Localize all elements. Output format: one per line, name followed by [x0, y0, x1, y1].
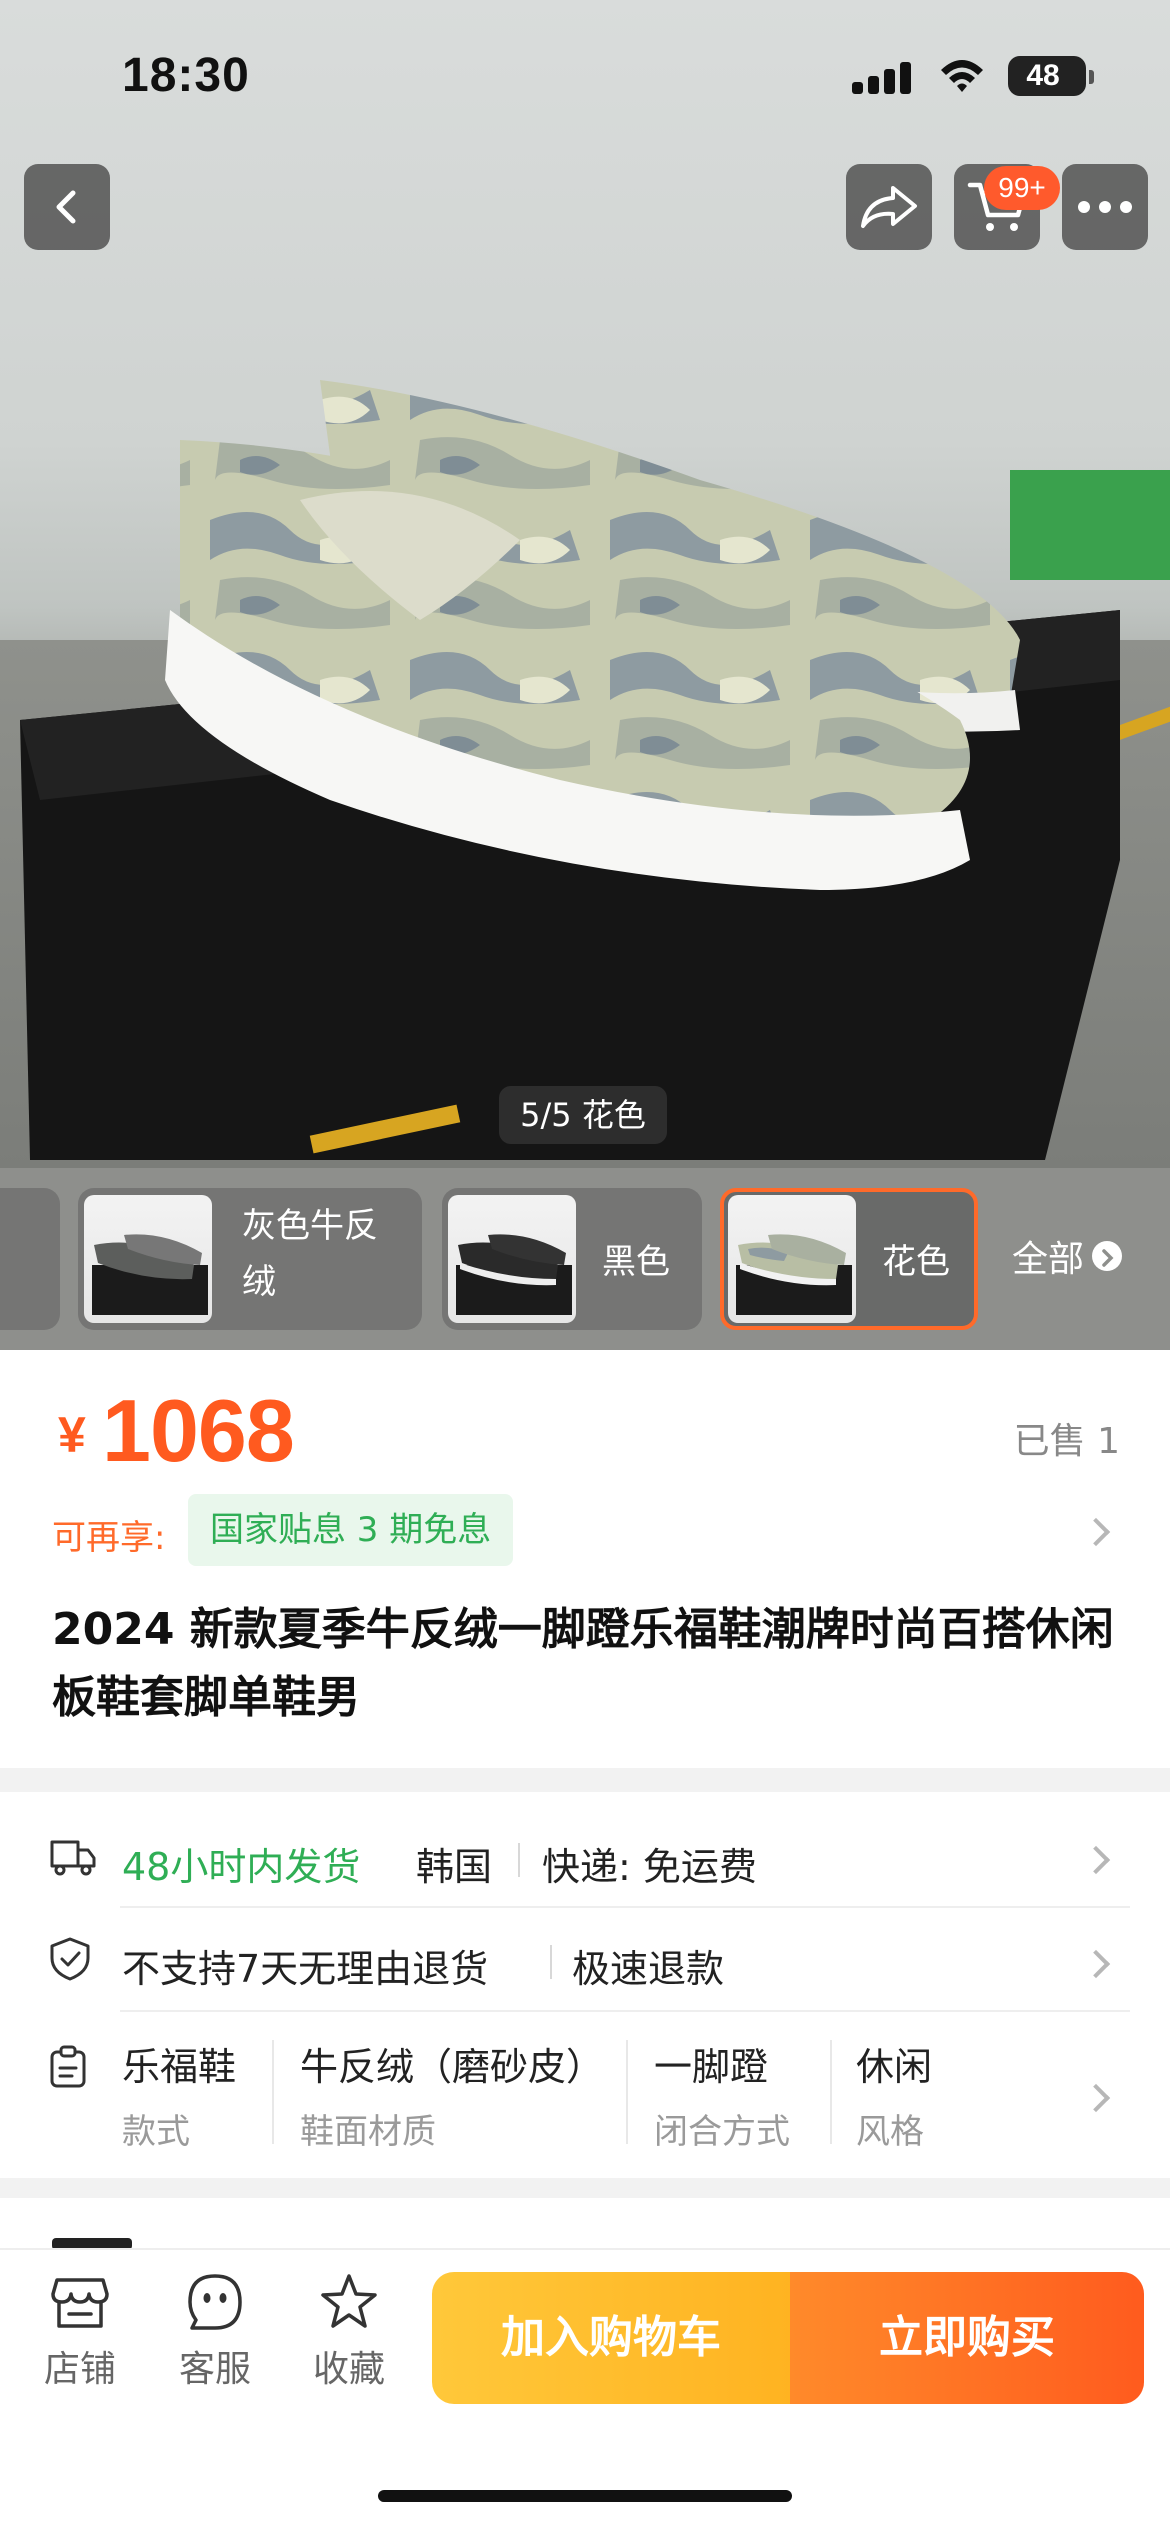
- delivery-truck-icon: [50, 1840, 96, 1876]
- battery-level: 48: [1026, 59, 1060, 92]
- share-button[interactable]: [846, 164, 932, 250]
- product-image-gallery[interactable]: 18:30 48 99+ 5/5 花色: [0, 0, 1170, 1168]
- status-bar: 18:30 48: [0, 0, 1170, 150]
- favorite-button[interactable]: 收藏: [294, 2272, 404, 2392]
- attribute-name: 闭合方式: [654, 2112, 790, 2152]
- home-indicator: [378, 2490, 792, 2502]
- back-button[interactable]: [24, 164, 110, 250]
- image-counter: 5/5 花色: [499, 1086, 667, 1144]
- variant-label: 花色: [882, 1242, 950, 1282]
- variant-label: 灰色牛反绒: [242, 1206, 378, 1302]
- attribute-value: 一脚蹬: [654, 2045, 769, 2089]
- store-label: 店铺: [43, 2349, 116, 2390]
- shipping-row[interactable]: 48小时内发货 韩国 快递: 免运费: [0, 1810, 1170, 1910]
- ship-origin: 韩国: [416, 1845, 493, 1889]
- separator: [550, 1945, 552, 1979]
- returns-row[interactable]: 不支持7天无理由退货 极速退款: [0, 1912, 1170, 2012]
- view-all-variants-button[interactable]: 全部: [1012, 1230, 1123, 1282]
- store-icon: [51, 2278, 109, 2328]
- return-policy: 不支持7天无理由退货: [122, 1947, 489, 1991]
- next-section-peek: [0, 2198, 1170, 2248]
- shield-check-icon: [50, 1937, 90, 1981]
- cellular-signal-icon: [852, 60, 914, 94]
- view-all-label: 全部: [1012, 1239, 1085, 1280]
- product-photo: [20, 380, 1120, 1160]
- dispatch-time: 48小时内发货: [122, 1845, 361, 1889]
- shoe-thumb-image: [736, 1234, 852, 1315]
- service-label: 客服: [178, 2349, 251, 2390]
- separator: [518, 1843, 520, 1877]
- attribute-name: 款式: [122, 2112, 190, 2152]
- variant-card-camo-selected[interactable]: 花色: [720, 1188, 978, 1330]
- variant-card-partial[interactable]: [0, 1188, 60, 1330]
- variant-thumbnail: [84, 1195, 212, 1323]
- express-fee: 快递: 免运费: [542, 1845, 757, 1889]
- star-icon: [321, 2274, 377, 2328]
- more-dots-icon: [1078, 201, 1132, 213]
- share-icon: [861, 186, 917, 228]
- battery-tip: [1089, 70, 1094, 84]
- battery-icon: 48: [1008, 56, 1094, 96]
- currency-symbol: ¥: [58, 1407, 86, 1463]
- variant-label: 黑色: [602, 1242, 670, 1282]
- shoe-thumb-image: [92, 1234, 208, 1315]
- chevron-right-circle-icon: [1092, 1241, 1123, 1271]
- buy-now-button[interactable]: 立即购买: [790, 2272, 1144, 2404]
- attribute-value: 牛反绒（磨砂皮）: [300, 2045, 605, 2089]
- chevron-right-icon: [1081, 2083, 1111, 2113]
- clipboard-icon: [50, 2045, 86, 2088]
- divider: [120, 2010, 1130, 2012]
- column-separator: [626, 2040, 628, 2144]
- attribute-name: 鞋面材质: [300, 2112, 436, 2152]
- attributes-row[interactable]: 乐福鞋 款式 牛反绒（磨砂皮） 鞋面材质 一脚蹬 闭合方式 休闲 风格: [0, 2014, 1170, 2174]
- column-separator: [272, 2040, 274, 2144]
- attribute-value: 乐福鞋: [122, 2045, 237, 2089]
- chevron-left-icon: [56, 190, 76, 224]
- customer-service-button[interactable]: 客服: [160, 2272, 270, 2392]
- variant-selector: 灰色牛反绒 黑色 花色 全部: [0, 1168, 1170, 1350]
- chevron-right-icon: [1081, 1845, 1111, 1875]
- variant-card-black[interactable]: 黑色: [442, 1188, 702, 1330]
- status-time: 18:30: [122, 49, 250, 102]
- attribute-name: 风格: [856, 2112, 924, 2152]
- divider: [120, 1906, 1130, 1908]
- chevron-right-icon: [1081, 1949, 1111, 1979]
- wifi-icon: [941, 60, 983, 92]
- fast-refund: 极速退款: [572, 1947, 725, 1991]
- favorite-label: 收藏: [312, 2349, 385, 2390]
- shoe-thumb-image: [456, 1234, 572, 1315]
- sold-count: 已售 1: [1013, 1421, 1120, 1462]
- cart-count-badge: 99+: [984, 166, 1060, 210]
- attribute-value: 休闲: [856, 2045, 933, 2089]
- column-separator: [830, 2040, 832, 2144]
- product-title: 2024 新款夏季牛反绒一脚蹬乐福鞋潮牌时尚百搭休闲板鞋套脚单鞋男: [52, 1604, 1114, 1723]
- chat-face-icon: [188, 2274, 242, 2330]
- perk-label: 可再享:: [52, 1518, 166, 1558]
- variant-thumbnail: [728, 1195, 856, 1323]
- variant-card-grey[interactable]: 灰色牛反绒: [78, 1188, 422, 1330]
- price-amount: 1068: [102, 1381, 295, 1480]
- installment-tag[interactable]: 国家贴息 3 期免息: [188, 1494, 514, 1566]
- more-button[interactable]: [1062, 164, 1148, 250]
- chevron-right-icon: [1102, 1249, 1114, 1267]
- add-to-cart-button[interactable]: 加入购物车: [432, 2272, 790, 2404]
- variant-thumbnail: [448, 1195, 576, 1323]
- store-button[interactable]: 店铺: [25, 2272, 135, 2392]
